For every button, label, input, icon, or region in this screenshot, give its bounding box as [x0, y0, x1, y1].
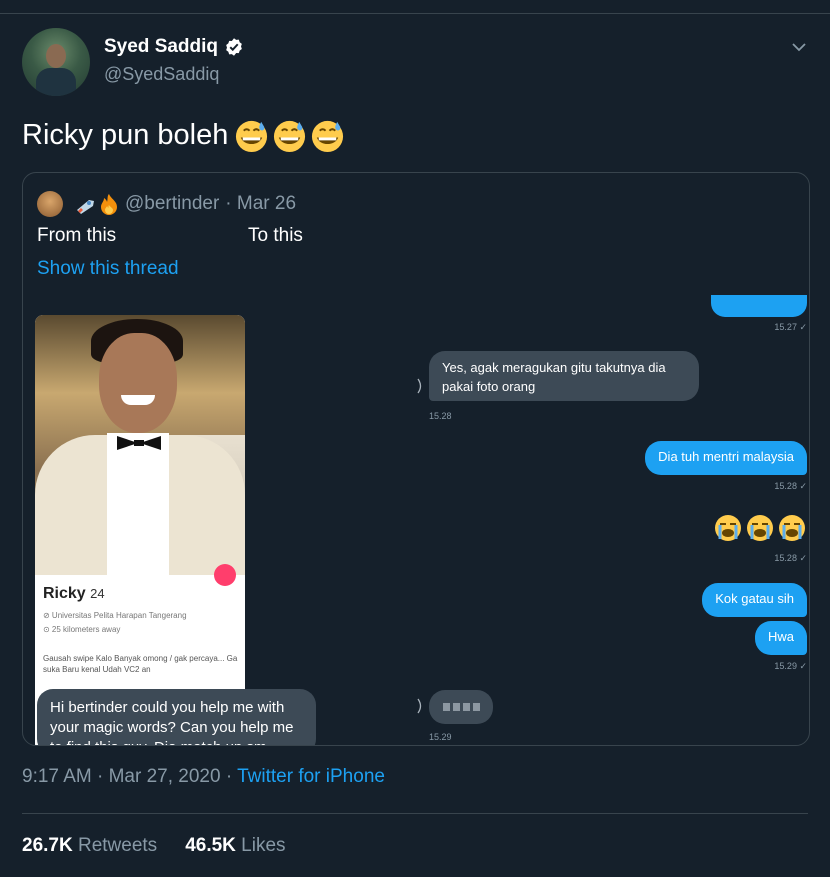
grinning-sweat-emoji-icon [274, 120, 306, 153]
loudly-crying-emoji-icon [747, 515, 773, 541]
chat-screenshot: 15.27 ✓ Yes, agak meragukan gitu takutny… [417, 295, 809, 745]
top-divider [0, 13, 830, 14]
profile-distance: ⊙ 25 kilometers away [43, 625, 121, 634]
stats-divider [22, 813, 808, 814]
quoted-avatar[interactable] [37, 191, 63, 217]
chat-message-sent: Hwa [754, 621, 807, 655]
reply-curl-icon [417, 698, 422, 714]
rocket-emoji-icon [77, 200, 94, 214]
chevron-down-icon[interactable] [790, 38, 808, 56]
tinder-profile-screenshot: Ricky 24 ⊘ Universitas Pelita Harapan Ta… [35, 315, 245, 745]
author-name-row[interactable]: Syed Saddiq [104, 36, 244, 58]
profile-name: Ricky 24 [43, 585, 105, 602]
dm-request-bubble: Hi bertinder could you help me with your… [37, 689, 316, 745]
grinning-sweat-emoji-icon [236, 120, 268, 153]
tweet-stats: 26.7K Retweets 46.5K Likes [22, 835, 286, 857]
tweet-source-link[interactable]: Twitter for iPhone [237, 766, 385, 787]
chat-timestamp: 15.29 [429, 732, 452, 742]
fire-emoji-icon [101, 194, 117, 215]
quoted-from-label: From this [37, 225, 117, 246]
profile-photo [35, 315, 245, 575]
quoted-handle[interactable]: @bertinder [125, 193, 219, 215]
profile-bio: Gausah swipe Kalo Banyak omong / gak per… [43, 654, 238, 674]
likes-stat[interactable]: 46.5K Likes [185, 835, 285, 857]
reply-curl-icon [417, 378, 422, 394]
chat-timestamp: 15.27 ✓ [774, 322, 807, 332]
chat-timestamp: 15.29 ✓ [774, 661, 807, 671]
cut-off-bubble [711, 295, 807, 317]
author-name[interactable]: Syed Saddiq [104, 36, 218, 58]
quoted-tweet-header: @bertinder · Mar 26 [37, 191, 296, 217]
tweet-text: Ricky pun boleh [22, 118, 345, 153]
blurred-message [429, 690, 493, 724]
chat-message-sent: Kok gatau sih [702, 583, 807, 617]
loudly-crying-emoji-icon [715, 515, 741, 541]
quoted-tweet[interactable]: @bertinder · Mar 26 From this To this Sh… [22, 172, 810, 746]
chat-timestamp: 15.28 ✓ [774, 553, 807, 563]
crying-emojis [713, 513, 807, 543]
like-icon [214, 564, 236, 586]
quoted-date[interactable]: · Mar 26 [225, 193, 296, 215]
chat-message-received: Yes, agak meragukan gitu takutnya dia pa… [429, 351, 699, 401]
tweet-meta: 9:17 AM · Mar 27, 2020 · Twitter for iPh… [22, 766, 385, 788]
retweets-stat[interactable]: 26.7K Retweets [22, 835, 157, 857]
tweet-body: Ricky pun boleh [22, 119, 229, 151]
author-avatar[interactable] [22, 28, 90, 96]
verified-badge-icon [226, 38, 242, 56]
loudly-crying-emoji-icon [779, 515, 805, 541]
profile-school: ⊘ Universitas Pelita Harapan Tangerang [43, 611, 187, 620]
author-handle[interactable]: @SyedSaddiq [104, 64, 219, 85]
grinning-sweat-emoji-icon [312, 120, 344, 153]
quoted-to-label: To this [248, 225, 303, 246]
show-thread-link[interactable]: Show this thread [37, 258, 179, 280]
chat-timestamp: 15.28 ✓ [774, 481, 807, 491]
chat-message-sent: Dia tuh mentri malaysia [645, 441, 807, 475]
tweet-timestamp[interactable]: 9:17 AM · Mar 27, 2020 · [22, 766, 237, 787]
chat-timestamp: 15.28 [429, 411, 452, 421]
